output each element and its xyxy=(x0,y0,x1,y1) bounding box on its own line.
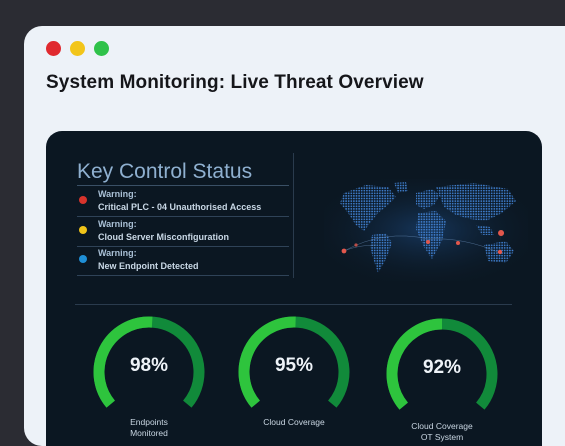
warning-message: Cloud Server Misconfiguration xyxy=(98,232,230,242)
gauge-label: Cloud Coverage OT System xyxy=(372,421,512,443)
warning-message: New Endpoint Detected xyxy=(98,261,199,271)
gauge-label: Endpoints Monitored xyxy=(79,417,219,439)
warning-message: Critical PLC - 04 Unauthorised Access xyxy=(98,202,262,212)
ot-system-gauge: 92% xyxy=(383,315,501,433)
close-button[interactable] xyxy=(46,41,61,56)
warning-label: Warning: xyxy=(98,219,137,229)
gauge-value: 98% xyxy=(129,355,169,376)
gauge-label-line1: Cloud Coverage xyxy=(411,421,473,431)
dashboard-panel: Key Control Status Warning: Critical PLC… xyxy=(46,131,542,446)
maximize-button[interactable] xyxy=(94,41,109,56)
warning-item-critical-plc[interactable]: Warning: Critical PLC - 04 Unauthorised … xyxy=(77,187,289,217)
world-map-icon xyxy=(324,179,528,281)
horizontal-divider xyxy=(75,304,512,305)
warning-item-cloud-server[interactable]: Warning: Cloud Server Misconfiguration xyxy=(77,217,289,247)
gauge-label-line1: Endpoints xyxy=(130,417,168,427)
red-status-dot-icon xyxy=(79,196,87,204)
window-controls xyxy=(46,41,109,56)
warning-label: Warning: xyxy=(98,189,137,199)
minimize-button[interactable] xyxy=(70,41,85,56)
endpoints-monitored-gauge: 98% xyxy=(90,313,208,431)
app-window: System Monitoring: Live Threat Overview … xyxy=(24,26,565,446)
vertical-divider xyxy=(293,153,294,278)
gauge-label-line1: Cloud Coverage xyxy=(263,417,325,427)
gauge-value: 92% xyxy=(422,357,462,378)
blue-status-dot-icon xyxy=(79,255,87,263)
gauge-label: Cloud Coverage xyxy=(224,417,364,428)
key-control-status-title: Key Control Status xyxy=(77,160,253,183)
warning-item-new-endpoint[interactable]: Warning: New Endpoint Detected xyxy=(77,246,289,276)
cloud-coverage-gauge: 95% xyxy=(235,313,353,431)
warning-label: Warning: xyxy=(98,248,137,258)
page-title: System Monitoring: Live Threat Overview xyxy=(46,72,424,93)
title-divider xyxy=(77,185,289,186)
yellow-status-dot-icon xyxy=(79,226,87,234)
gauge-value: 95% xyxy=(274,355,314,376)
